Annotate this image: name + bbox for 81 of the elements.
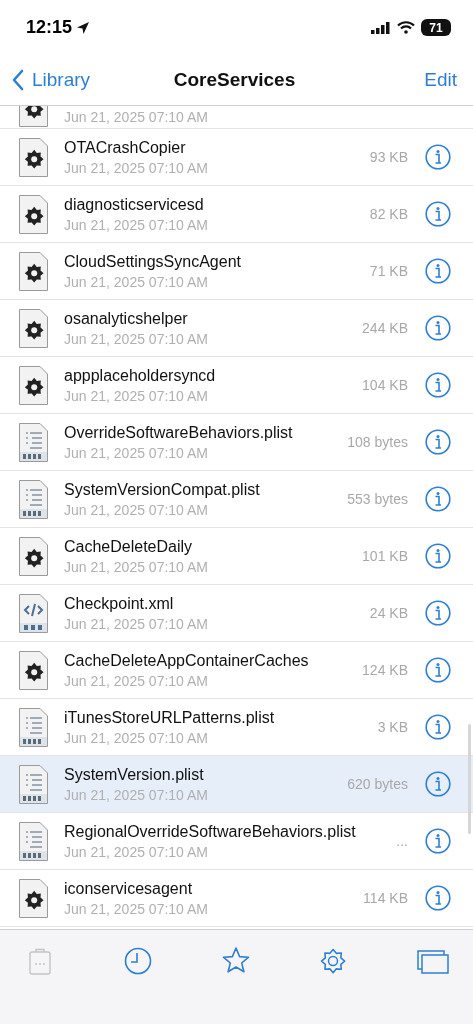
file-size: 244 KB: [362, 320, 408, 336]
file-name: OTACrashCopier: [64, 138, 187, 157]
file-date: Jun 21, 2025 07:10 AM: [64, 330, 209, 347]
file-size: 71 KB: [369, 263, 408, 279]
file-size: 3 KB: [377, 719, 408, 735]
file-size: 114 KB: [363, 890, 408, 906]
file-date: Jun 21, 2025 07:10 AM: [64, 501, 209, 518]
file-date: Jun 21, 2025 07:10 AM: [64, 900, 209, 917]
file-date: Jun 21, 2025 07:10 AM: [64, 159, 209, 176]
file-name: diagnosticservicesd: [64, 195, 205, 214]
file-size: 93 KB: [369, 149, 408, 165]
file-size: 82 KB: [369, 206, 408, 222]
info-icon[interactable]: [425, 828, 451, 854]
info-icon[interactable]: [425, 771, 451, 797]
info-icon[interactable]: [425, 543, 451, 569]
info-icon[interactable]: [425, 429, 451, 455]
info-icon[interactable]: [425, 201, 451, 227]
info-icon[interactable]: [425, 657, 451, 683]
info-icon[interactable]: [425, 372, 451, 398]
file-size: 101 KB: [362, 548, 408, 564]
edit-button[interactable]: Edit: [424, 69, 457, 91]
clock-time: 12:15: [26, 17, 73, 38]
file-size: 620 bytes: [347, 776, 408, 792]
file-date: Jun 21, 2025 07:10 AM: [64, 729, 209, 746]
file-name: iTunesStoreURLPatterns.plist: [64, 708, 276, 727]
back-button[interactable]: Library: [12, 69, 174, 91]
info-icon[interactable]: [425, 258, 451, 284]
info-icon[interactable]: [425, 714, 451, 740]
gear-file-icon: [18, 535, 49, 577]
signal-icon: [371, 21, 391, 34]
gear-file-icon: [18, 364, 49, 406]
file-date: Jun 21, 2025 07:10 AM: [64, 843, 209, 860]
list-file-icon: [18, 478, 49, 520]
list-file-icon: [18, 706, 49, 748]
list-file-icon: [18, 421, 49, 463]
file-size: ...: [396, 833, 408, 849]
wifi-icon: [397, 21, 415, 34]
gear-file-icon: [18, 877, 49, 919]
screen-title: CoreServices: [173, 69, 296, 91]
file-date: Jun 21, 2025 07:10 AM: [64, 109, 209, 127]
file-name: CacheDeleteAppContainerCaches: [64, 651, 310, 670]
battery-level: 71: [421, 19, 451, 36]
location-arrow-icon: [76, 20, 91, 35]
list-file-icon: [18, 763, 49, 805]
file-date: Jun 21, 2025 07:10 AM: [64, 558, 209, 575]
list-file-icon: [18, 820, 49, 862]
file-date: Jun 21, 2025 07:10 AM: [64, 672, 209, 689]
file-name: CacheDeleteDaily: [64, 537, 194, 556]
file-name: CloudSettingsSyncAgent: [64, 252, 242, 271]
file-row[interactable]: SystemVersion.plist Jun 21, 2025 07:10 AM 620 bytes: [0, 756, 473, 813]
file-name: Checkpoint.xml: [64, 594, 175, 613]
file-name: osanalyticshelper: [64, 309, 189, 328]
info-icon[interactable]: [425, 144, 451, 170]
gear-file-icon: [18, 649, 49, 691]
file-size: 108 bytes: [347, 434, 408, 450]
file-name: RegionalOverrideSoftwareBehaviors.plist: [64, 822, 357, 841]
file-name: iconservicesagent: [64, 879, 194, 898]
file-date: Jun 21, 2025 07:10 AM: [64, 216, 209, 233]
gear-file-icon: [18, 136, 49, 178]
file-name: appplaceholdersyncd: [64, 366, 217, 385]
file-name: OverrideSoftwareBehaviors.plist: [64, 423, 294, 442]
gear-file-icon: [18, 250, 49, 292]
code-file-icon: [18, 592, 49, 634]
file-name: SystemVersion.plist: [64, 765, 205, 784]
info-icon[interactable]: [425, 885, 451, 911]
info-icon[interactable]: [425, 315, 451, 341]
file-date: Jun 21, 2025 07:10 AM: [64, 444, 209, 461]
file-size: 124 KB: [362, 662, 408, 678]
info-icon[interactable]: [425, 486, 451, 512]
info-icon[interactable]: [425, 600, 451, 626]
chevron-left-icon: [12, 69, 24, 91]
file-date: Jun 21, 2025 07:10 AM: [64, 387, 209, 404]
gear-file-icon: [18, 307, 49, 349]
file-size: 24 KB: [369, 605, 408, 621]
file-date: Jun 21, 2025 07:10 AM: [64, 615, 209, 632]
file-name: SystemVersionCompat.plist: [64, 480, 261, 499]
file-date: Jun 21, 2025 07:10 AM: [64, 273, 209, 290]
gear-file-icon: [18, 193, 49, 235]
file-size: 553 bytes: [347, 491, 408, 507]
file-size: 104 KB: [362, 377, 408, 393]
file-date: Jun 21, 2025 07:10 AM: [64, 786, 209, 803]
